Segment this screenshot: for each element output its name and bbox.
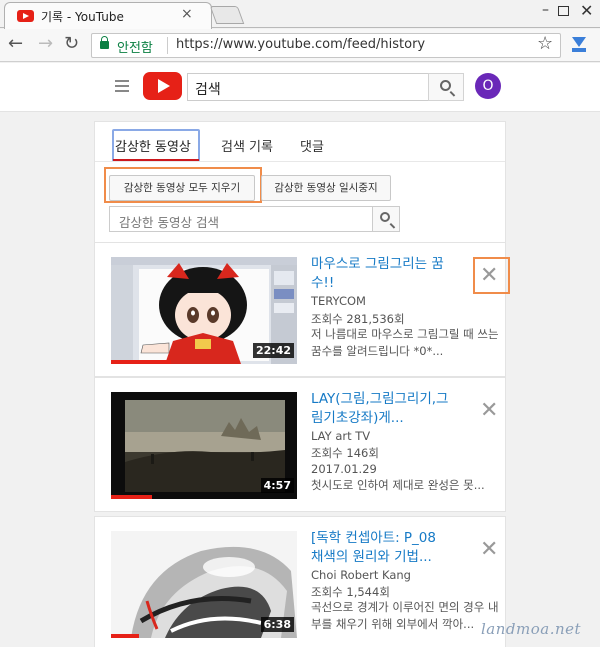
address-separator [167,37,168,54]
tab-comments[interactable]: 댓글 [300,136,324,155]
video-thumbnail[interactable]: 6:38 [111,531,297,638]
tab-focus-ring [112,129,200,162]
history-video-item[interactable]: 6:38 [독학 컨셉아트: P_08 채색의 원리와 기법... Choi R… [94,516,506,647]
youtube-logo-icon[interactable] [143,72,182,100]
clear-all-history-button[interactable]: 감상한 동영상 모두 지우기 [109,175,255,201]
bookmark-star-icon[interactable]: ☆ [537,33,553,55]
search-icon [380,212,390,222]
video-channel-link[interactable]: Choi Robert Kang [311,568,411,582]
address-bar[interactable]: 안전함 https://www.youtube.com/feed/history [91,33,561,58]
video-channel-link[interactable]: TERYCOM [311,294,366,308]
browser-tab[interactable]: 기록 - YouTube × [4,2,212,29]
new-tab-button[interactable] [209,6,245,24]
reload-icon[interactable]: ↻ [64,33,79,55]
history-video-item[interactable]: 4:57 LAY(그림,그림그리기,그림기초강좌)게... LAY art TV… [94,377,506,512]
forward-arrow-icon[interactable]: → [38,33,53,55]
browser-tabstrip: 기록 - YouTube × – ✕ [0,0,600,29]
tab-title: 기록 - YouTube [41,10,124,24]
video-title-link[interactable]: 마우스로 그림그리는 꿈수!! [311,255,451,293]
video-duration: 4:57 [260,478,294,493]
video-description: 저 나름대로 마우스로 그림그릴 때 쓰는 꿈수를 알려드립니다 *0*... [311,327,499,358]
video-view-count: 조회수 281,536회 [311,312,405,326]
tab-close-button[interactable]: × [181,6,193,22]
avatar[interactable]: O [475,73,501,99]
video-description: 곡선으로 경계가 이루어진 면의 경우 내부를 채우기 위해 외부에서 깍아..… [311,600,499,631]
history-search-placeholder: 감상한 동영상 검색 [119,215,219,230]
tab-search-history[interactable]: 검색 기록 [221,136,273,155]
history-video-item[interactable]: 22:42 마우스로 그림그리는 꿈수!! TERYCOM 조회수 281,53… [94,242,510,377]
secure-label: 안전함 [117,41,153,56]
video-title-link[interactable]: LAY(그림,그림그리기,그림기초강좌)게... [311,390,451,428]
video-view-count: 조회수 1,544회 [311,585,390,599]
remove-from-history-icon[interactable]: ✕ [480,265,498,287]
watermark-text: landmoa.net [481,620,582,638]
video-upload-date: 2017.01.29 [311,462,377,476]
video-thumbnail[interactable]: 4:57 [111,392,297,499]
watch-progress-bar [111,634,139,638]
history-search-input[interactable]: 감상한 동영상 검색 [109,206,373,232]
panel-divider [95,161,505,162]
video-view-count: 조회수 146회 [311,446,379,460]
window-maximize-icon[interactable] [558,6,569,16]
window-minimize-icon[interactable]: – [542,2,549,18]
video-description: 첫시도로 인하여 제대로 완성은 못... [311,478,485,492]
youtube-search-input[interactable]: 검색 [187,73,429,101]
youtube-search-text: 검색 [195,82,221,98]
youtube-search-button[interactable] [428,73,464,101]
pause-history-button[interactable]: 감상한 동영상 일시중지 [261,175,391,201]
remove-from-history-icon[interactable]: ✕ [480,539,498,561]
youtube-favicon-icon [17,10,34,22]
video-channel-link[interactable]: LAY art TV [311,429,370,443]
video-title-link[interactable]: [독학 컨셉아트: P_08 채색의 원리와 기법... [311,529,451,567]
download-extension-icon[interactable] [572,37,586,53]
youtube-masthead: 검색 O [0,63,600,112]
hamburger-menu-icon[interactable] [115,80,129,92]
search-icon [440,80,451,91]
video-duration: 6:38 [260,617,294,632]
watch-progress-bar [111,495,152,499]
browser-toolbar: ← → ↻ 안전함 https://www.youtube.com/feed/h… [0,29,600,62]
back-arrow-icon[interactable]: ← [8,33,23,55]
video-thumbnail[interactable]: 22:42 [111,257,297,364]
lock-icon [100,36,109,49]
page-content: 검색 O 감상한 동영상 검색 기록 댓글 감상한 동영상 모두 지우기 감상한… [0,63,600,647]
history-search-button[interactable] [372,206,400,232]
url-text[interactable]: https://www.youtube.com/feed/history [176,37,425,52]
watch-progress-bar [111,360,171,364]
video-duration: 22:42 [252,343,294,358]
window-close-icon[interactable]: ✕ [580,1,593,20]
remove-from-history-icon[interactable]: ✕ [480,400,498,422]
